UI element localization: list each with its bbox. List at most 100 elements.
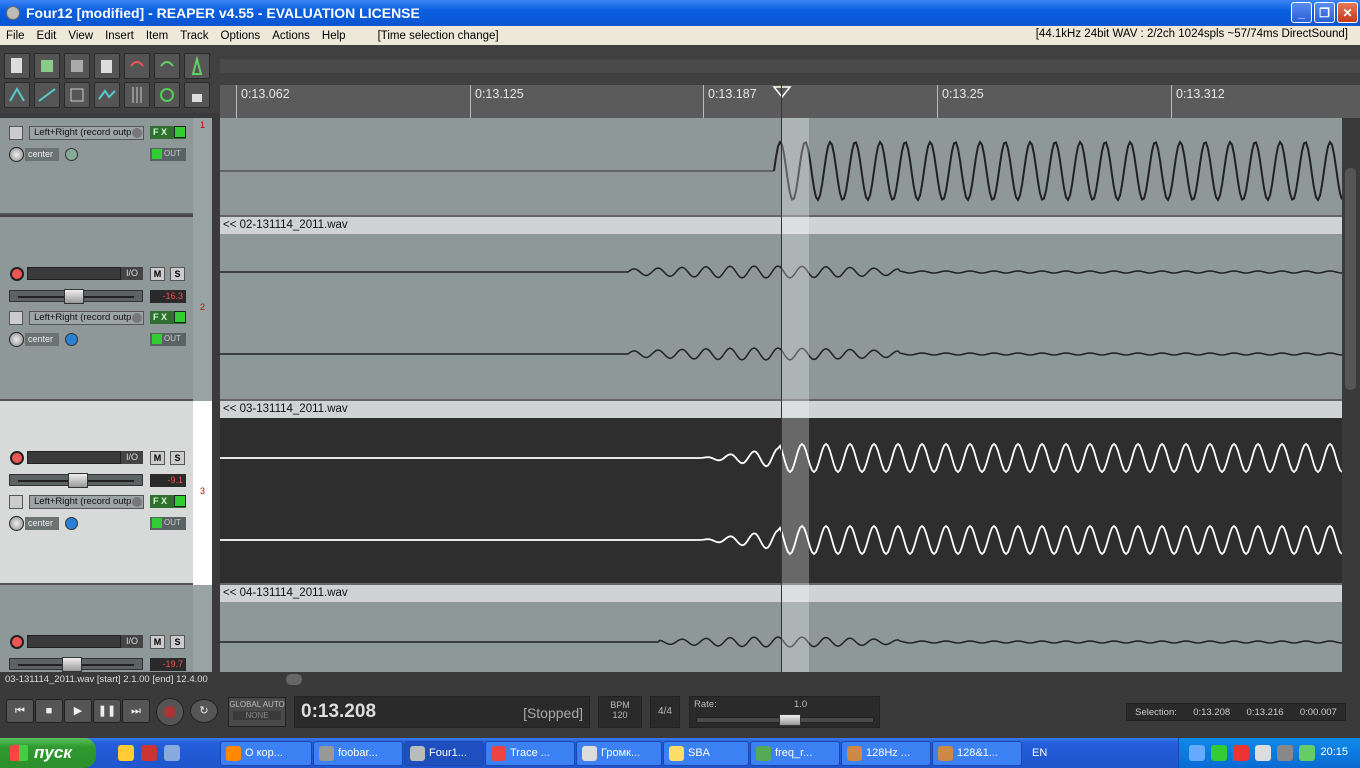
track-2-phase-icon[interactable] — [65, 333, 78, 346]
playrate-handle[interactable] — [779, 714, 801, 726]
track-4-number[interactable] — [193, 585, 212, 672]
metronome-icon[interactable] — [184, 53, 210, 79]
track-4-name-field[interactable] — [27, 635, 121, 648]
undo-icon[interactable] — [124, 53, 150, 79]
close-button[interactable]: ✕ — [1337, 2, 1358, 23]
track-3-panel[interactable]: I/O M S -9.1 Left+Right (record outp F X… — [0, 401, 193, 585]
track-3-number[interactable]: 3 — [193, 401, 212, 585]
project-settings-icon[interactable] — [94, 53, 120, 79]
open-project-icon[interactable] — [34, 53, 60, 79]
task-browser[interactable]: О кор... — [220, 741, 312, 766]
tray-window-icon[interactable] — [1255, 745, 1271, 761]
network-icon[interactable] — [1189, 745, 1205, 761]
track-2-io-button[interactable]: I/O — [121, 267, 143, 280]
edit-cursor[interactable] — [781, 85, 782, 672]
track-4-record-arm-icon[interactable] — [10, 635, 24, 649]
menu-help[interactable]: Help — [316, 30, 352, 42]
calendar-icon[interactable] — [141, 745, 157, 761]
time-display[interactable]: 0:13.208 [Stopped] — [294, 696, 590, 728]
marker-lane[interactable] — [220, 59, 1360, 73]
power-icon[interactable] — [174, 311, 186, 323]
track-1-route-select[interactable]: Left+Right (record outp — [29, 126, 144, 140]
menu-actions[interactable]: Actions — [266, 30, 316, 42]
snap-grid-icon[interactable] — [4, 82, 30, 108]
speaker-icon[interactable] — [1277, 745, 1293, 761]
playhead-marker-icon[interactable] — [772, 85, 792, 99]
save-project-icon[interactable] — [64, 53, 90, 79]
track-3-phase-icon[interactable] — [65, 517, 78, 530]
task-128-1[interactable]: 128&1... — [932, 741, 1022, 766]
playrate-control[interactable]: Rate: 1.0 — [689, 696, 880, 728]
start-button[interactable]: пуск — [0, 738, 96, 768]
fader-handle[interactable] — [68, 473, 88, 488]
track-1-number[interactable]: 1 — [193, 118, 212, 217]
track-4-io-button[interactable]: I/O — [121, 635, 143, 648]
repeat-icon[interactable]: ↻ — [190, 699, 218, 723]
playrate-slider[interactable] — [696, 714, 874, 726]
track-1-env-button[interactable] — [9, 126, 23, 140]
fader-handle[interactable] — [64, 289, 84, 304]
task-sba-folder[interactable]: SBA — [663, 741, 749, 766]
track-2-mute-button[interactable]: M — [150, 267, 165, 281]
track-1-phase-icon[interactable] — [65, 148, 78, 161]
go-to-start-icon[interactable]: ⏮ — [6, 699, 34, 723]
time-signature[interactable]: 4/4 — [650, 696, 680, 728]
track-3-pan-knob[interactable] — [9, 516, 24, 531]
lock-icon[interactable] — [184, 82, 210, 108]
track-3-route-select[interactable]: Left+Right (record outp — [29, 495, 144, 509]
play-icon[interactable]: ▶ — [64, 699, 92, 723]
task-128hz[interactable]: 128Hz ... — [841, 741, 931, 766]
track-3-io-button[interactable]: I/O — [121, 451, 143, 464]
power-icon[interactable] — [174, 126, 186, 138]
menu-view[interactable]: View — [62, 30, 99, 42]
tray-app-icon[interactable] — [1211, 745, 1227, 761]
track-3-mute-button[interactable]: M — [150, 451, 165, 465]
audio-device-info[interactable]: [44.1kHz 24bit WAV : 2/2ch 1024spls ~57/… — [1030, 28, 1354, 40]
track-2-volume-fader[interactable] — [9, 289, 143, 304]
track-2-env-button[interactable] — [9, 311, 23, 325]
task-trace[interactable]: Trace ... — [485, 741, 575, 766]
go-to-end-icon[interactable]: ⏭ — [122, 699, 150, 723]
track-2-solo-button[interactable]: S — [170, 267, 185, 281]
track-4-mute-button[interactable]: M — [150, 635, 165, 649]
horizontal-scroll-thumb[interactable] — [286, 674, 302, 685]
time-selection[interactable] — [781, 118, 809, 672]
tray-close-icon[interactable] — [1233, 745, 1249, 761]
task-volume[interactable]: Громк... — [576, 741, 662, 766]
task-freq[interactable]: freq_r... — [750, 741, 840, 766]
horizontal-scrollbar[interactable] — [220, 672, 1360, 688]
item-grouping-icon[interactable] — [64, 82, 90, 108]
track-3-solo-button[interactable]: S — [170, 451, 185, 465]
task-reaper[interactable]: Four1... — [404, 741, 484, 766]
track-1-out-button[interactable]: OUT — [150, 148, 186, 161]
track-2-route-select[interactable]: Left+Right (record outp — [29, 311, 144, 325]
track-4-volume-fader[interactable] — [9, 657, 143, 672]
pause-icon[interactable]: ❚❚ — [93, 699, 121, 723]
track-1-pan-knob[interactable] — [9, 147, 24, 162]
menu-options[interactable]: Options — [215, 30, 267, 42]
timeline-ruler[interactable]: 0:13.062 0:13.125 0:13.187 0:13.25 0:13.… — [220, 85, 1360, 118]
record-icon[interactable] — [156, 698, 184, 726]
track-2-fx-button[interactable]: F X — [150, 311, 186, 324]
menu-item[interactable]: Item — [140, 30, 174, 42]
track-2-name-field[interactable] — [27, 267, 121, 280]
ripple-edit-icon[interactable] — [34, 82, 60, 108]
track-2-panel[interactable]: I/O M S -16.3 Left+Right (record outp F … — [0, 217, 193, 401]
track-2-out-button[interactable]: OUT — [150, 333, 186, 346]
menu-edit[interactable]: Edit — [31, 30, 63, 42]
track-3-volume-fader[interactable] — [9, 473, 143, 488]
track-2-record-arm-icon[interactable] — [10, 267, 24, 281]
language-indicator[interactable]: EN — [1032, 747, 1047, 759]
global-automation-button[interactable]: GLOBAL AUTO NONE — [228, 697, 286, 727]
nvidia-icon[interactable] — [1299, 745, 1315, 761]
envelope-points-icon[interactable] — [94, 82, 120, 108]
track-2-number[interactable]: 2 — [193, 217, 212, 401]
fader-handle[interactable] — [62, 657, 82, 672]
settings-icon[interactable] — [164, 745, 180, 761]
vertical-scroll-thumb[interactable] — [1345, 168, 1356, 390]
track-3-env-button[interactable] — [9, 495, 23, 509]
vertical-scrollbar[interactable] — [1342, 118, 1360, 672]
track-3-name-field[interactable] — [27, 451, 121, 464]
menu-file[interactable]: File — [0, 30, 31, 42]
menu-track[interactable]: Track — [174, 30, 214, 42]
